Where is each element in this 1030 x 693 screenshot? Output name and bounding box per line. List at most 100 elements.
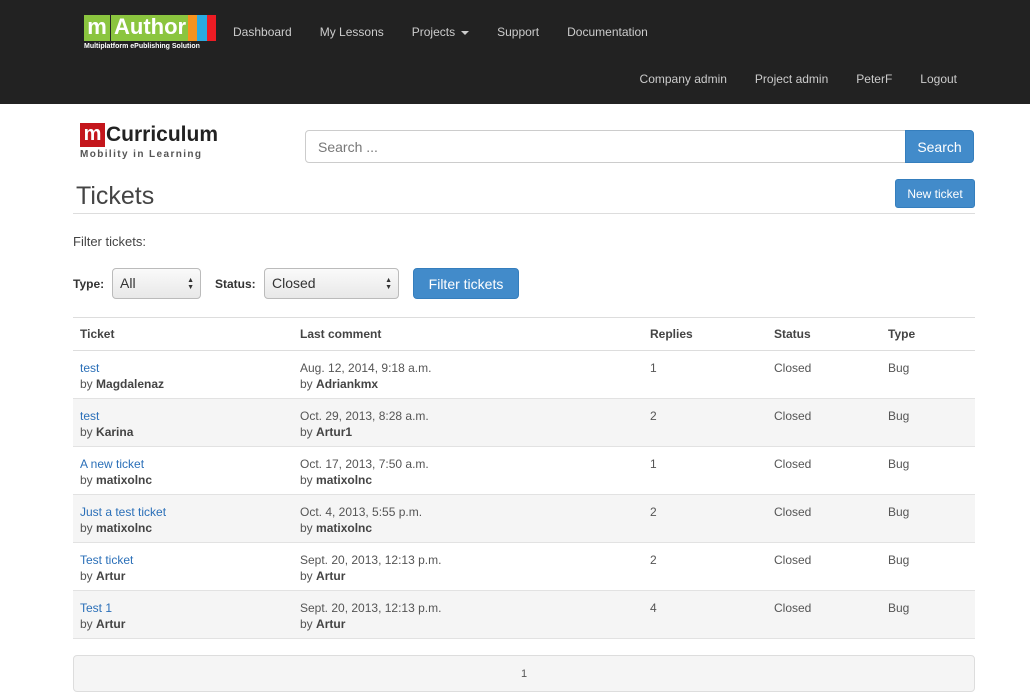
type-select[interactable]: All ▲ ▼ <box>112 268 201 299</box>
comment-author: Artur1 <box>316 425 353 439</box>
ticket-link[interactable]: A new ticket <box>80 457 144 471</box>
by-label: by <box>80 473 93 487</box>
mcurriculum-tagline: Mobility in Learning <box>80 149 203 160</box>
nav-my-lessons[interactable]: My Lessons <box>320 25 384 39</box>
status-cell: Closed <box>767 494 881 543</box>
status-select[interactable]: Closed ▲ ▼ <box>264 268 399 299</box>
by-label: by <box>80 617 93 631</box>
replies-cell: 4 <box>643 590 767 639</box>
comment-date: Aug. 12, 2014, 9:18 a.m. <box>300 361 432 375</box>
mauthor-logo[interactable]: m Author Multiplatform ePublishing Solut… <box>84 15 224 55</box>
nav-logout[interactable]: Logout <box>920 72 957 86</box>
header-type: Type <box>881 317 975 351</box>
ticket-link[interactable]: test <box>80 409 99 423</box>
mauthor-tagline: Multiplatform ePublishing Solution <box>84 43 200 50</box>
last-comment-cell: Aug. 12, 2014, 9:18 a.m. by Adriankmx <box>293 350 643 399</box>
search-button[interactable]: Search <box>905 130 974 163</box>
pagination: 1 <box>73 655 975 692</box>
last-comment-cell: Oct. 4, 2013, 5:55 p.m. by matixolnc <box>293 494 643 543</box>
status-cell: Closed <box>767 398 881 447</box>
ticket-cell: test by Karina <box>73 398 293 447</box>
mauthor-logo-word: Author <box>111 15 190 41</box>
type-cell: Bug <box>881 542 975 591</box>
user-nav: Company admin Project admin PeterF Logou… <box>612 72 957 86</box>
last-comment-cell: Oct. 29, 2013, 8:28 a.m. by Artur1 <box>293 398 643 447</box>
mauthor-logo-m: m <box>84 15 110 41</box>
table-row: test by Magdalenaz Aug. 12, 2014, 9:18 a.… <box>73 350 975 399</box>
comment-date: Sept. 20, 2013, 12:13 p.m. <box>300 553 442 567</box>
replies-cell: 1 <box>643 350 767 399</box>
chevron-down-icon <box>461 30 470 35</box>
nav-dashboard[interactable]: Dashboard <box>233 25 292 39</box>
replies-cell: 2 <box>643 542 767 591</box>
nav-project-admin[interactable]: Project admin <box>755 72 828 86</box>
status-label: Status: <box>215 277 256 291</box>
search-input[interactable] <box>305 130 906 163</box>
nav-support[interactable]: Support <box>497 25 539 39</box>
ticket-author: Karina <box>96 425 134 439</box>
comment-date: Oct. 4, 2013, 5:55 p.m. <box>300 505 423 519</box>
table-row: test by Karina Oct. 29, 2013, 8:28 a.m. by… <box>73 398 975 447</box>
ticket-link[interactable]: Test ticket <box>80 553 133 567</box>
header-replies: Replies <box>643 317 767 351</box>
by-label: by <box>300 473 313 487</box>
comment-author: Artur <box>316 617 346 631</box>
status-select-value: Closed <box>272 275 316 291</box>
by-label: by <box>300 617 313 631</box>
ticket-cell: A new ticket by matixolnc <box>73 446 293 495</box>
by-label: by <box>80 377 93 391</box>
nav-projects[interactable]: Projects <box>412 25 470 39</box>
ticket-link[interactable]: Just a test ticket <box>80 505 166 519</box>
comment-date: Sept. 20, 2013, 12:13 p.m. <box>300 601 442 615</box>
ticket-author: Magdalenaz <box>96 377 165 391</box>
by-label: by <box>300 425 313 439</box>
status-cell: Closed <box>767 446 881 495</box>
nav-user[interactable]: PeterF <box>856 72 892 86</box>
ticket-cell: test by Magdalenaz <box>73 350 293 399</box>
table-row: Just a test ticket by matixolnc Oct. 4, 2… <box>73 494 975 543</box>
page-number-current[interactable]: 1 <box>521 668 527 680</box>
last-comment-cell: Oct. 17, 2013, 7:50 a.m. by matixolnc <box>293 446 643 495</box>
replies-cell: 2 <box>643 398 767 447</box>
comment-date: Oct. 29, 2013, 8:28 a.m. <box>300 409 429 423</box>
ticket-link[interactable]: test <box>80 361 99 375</box>
select-arrows-icon: ▲ ▼ <box>385 277 392 291</box>
mauthor-logo-bars <box>188 15 216 41</box>
by-label: by <box>80 425 93 439</box>
type-select-value: All <box>120 275 136 291</box>
replies-cell: 1 <box>643 446 767 495</box>
page-title: Tickets <box>76 182 155 210</box>
filter-heading: Filter tickets: <box>73 234 146 249</box>
comment-author: Artur <box>316 569 346 583</box>
ticket-cell: Just a test ticket by matixolnc <box>73 494 293 543</box>
main-nav: Dashboard My Lessons Projects Support Do… <box>233 25 676 39</box>
ticket-link[interactable]: Test 1 <box>80 601 112 615</box>
status-cell: Closed <box>767 350 881 399</box>
type-cell: Bug <box>881 350 975 399</box>
replies-cell: 2 <box>643 494 767 543</box>
ticket-author: Artur <box>96 617 126 631</box>
by-label: by <box>300 377 313 391</box>
table-row: Test 1 by Artur Sept. 20, 2013, 12:13 p.m… <box>73 590 975 639</box>
status-cell: Closed <box>767 590 881 639</box>
comment-date: Oct. 17, 2013, 7:50 a.m. <box>300 457 429 471</box>
nav-company-admin[interactable]: Company admin <box>640 72 727 86</box>
table-header-row: Ticket Last comment Replies Status Type <box>73 317 975 351</box>
mcurriculum-logo[interactable]: m Curriculum Mobility in Learning <box>80 123 240 163</box>
by-label: by <box>300 569 313 583</box>
last-comment-cell: Sept. 20, 2013, 12:13 p.m. by Artur <box>293 542 643 591</box>
filter-tickets-button[interactable]: Filter tickets <box>413 268 519 299</box>
ticket-author: matixolnc <box>96 521 153 535</box>
select-arrows-icon: ▲ ▼ <box>187 277 194 291</box>
type-cell: Bug <box>881 398 975 447</box>
new-ticket-button[interactable]: New ticket <box>895 179 975 208</box>
type-cell: Bug <box>881 494 975 543</box>
by-label: by <box>80 521 93 535</box>
ticket-author: matixolnc <box>96 473 153 487</box>
header-status: Status <box>767 317 881 351</box>
ticket-cell: Test ticket by Artur <box>73 542 293 591</box>
comment-author: Adriankmx <box>316 377 379 391</box>
type-cell: Bug <box>881 446 975 495</box>
nav-documentation[interactable]: Documentation <box>567 25 648 39</box>
by-label: by <box>80 569 93 583</box>
